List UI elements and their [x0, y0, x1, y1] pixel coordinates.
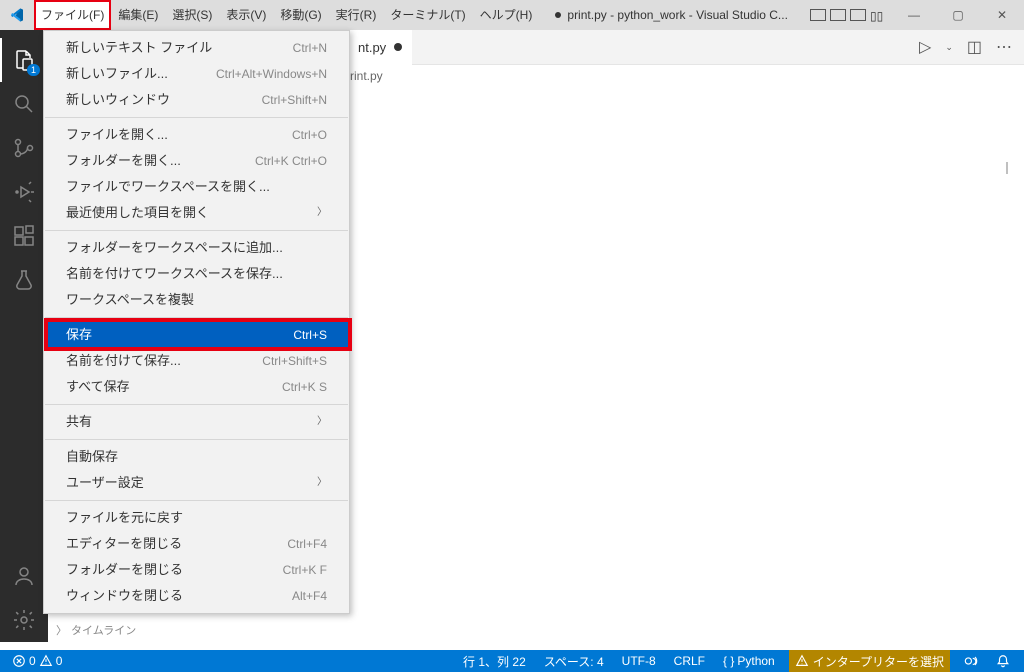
- layout-icon-3[interactable]: [850, 9, 866, 21]
- menu-separator: [45, 317, 348, 318]
- file-menu-dropdown: 新しいテキスト ファイルCtrl+N 新しいファイル...Ctrl+Alt+Wi…: [43, 30, 350, 614]
- tab-label: nt.py: [358, 40, 386, 55]
- extensions-icon[interactable]: [0, 214, 48, 258]
- status-feedback-icon[interactable]: [960, 650, 982, 672]
- search-icon[interactable]: [0, 82, 48, 126]
- menu-open-recent[interactable]: 最近使用した項目を開く〉: [44, 200, 349, 226]
- status-cursor[interactable]: 行 1、列 22: [459, 650, 530, 672]
- more-actions-icon[interactable]: ⋯: [996, 37, 1012, 57]
- vscode-icon: [0, 7, 34, 23]
- window-title-text: print.py - python_work - Visual Studio C…: [567, 8, 788, 22]
- explorer-badge: 1: [27, 64, 40, 76]
- menu-open-folder[interactable]: フォルダーを開く...Ctrl+K Ctrl+O: [44, 148, 349, 174]
- menu-separator: [45, 230, 348, 231]
- layout-icon-2[interactable]: [830, 9, 846, 21]
- chevron-right-icon: 〉: [56, 622, 67, 638]
- status-spaces[interactable]: スペース: 4: [540, 650, 608, 672]
- status-notifications-icon[interactable]: [992, 650, 1014, 672]
- menu-auto-save[interactable]: 自動保存: [44, 444, 349, 470]
- status-bar: 0 0 行 1、列 22 スペース: 4 UTF-8 CRLF { } Pyth…: [0, 650, 1024, 672]
- activity-bar: 1: [0, 30, 48, 642]
- menu-separator: [45, 404, 348, 405]
- testing-icon[interactable]: [0, 258, 48, 302]
- menu-close-window[interactable]: ウィンドウを閉じるAlt+F4: [44, 583, 349, 609]
- layout-controls[interactable]: ▯▯: [804, 9, 892, 21]
- minimize-button[interactable]: ―: [892, 0, 936, 30]
- modified-indicator-icon: [394, 43, 402, 51]
- menu-close-folder[interactable]: フォルダーを閉じるCtrl+K F: [44, 557, 349, 583]
- menu-duplicate-workspace[interactable]: ワークスペースを複製: [44, 287, 349, 313]
- maximize-button[interactable]: ▢: [936, 0, 980, 30]
- status-eol[interactable]: CRLF: [670, 650, 709, 672]
- menu-view[interactable]: 表示(V): [219, 0, 273, 30]
- chevron-right-icon: 〉: [317, 474, 327, 492]
- run-dropdown-icon[interactable]: ⌄: [945, 42, 953, 53]
- menubar: ファイル(F) 編集(E) 選択(S) 表示(V) 移動(G) 実行(R) ター…: [34, 0, 539, 30]
- menu-file[interactable]: ファイル(F): [34, 0, 111, 30]
- menu-selection[interactable]: 選択(S): [165, 0, 219, 30]
- menu-open-workspace[interactable]: ファイルでワークスペースを開く...: [44, 174, 349, 200]
- menu-revert-file[interactable]: ファイルを元に戻す: [44, 505, 349, 531]
- menu-save[interactable]: 保存Ctrl+S: [44, 322, 349, 348]
- menu-edit[interactable]: 編集(E): [111, 0, 165, 30]
- menu-new-file[interactable]: 新しいファイル...Ctrl+Alt+Windows+N: [44, 61, 349, 87]
- menu-separator: [45, 500, 348, 501]
- close-button[interactable]: ✕: [980, 0, 1024, 30]
- menu-add-folder-workspace[interactable]: フォルダーをワークスペースに追加...: [44, 235, 349, 261]
- status-language[interactable]: { } Python: [719, 650, 779, 672]
- menu-separator: [45, 439, 348, 440]
- menu-terminal[interactable]: ターミナル(T): [383, 0, 472, 30]
- split-editor-icon[interactable]: ◫: [967, 37, 982, 57]
- settings-gear-icon[interactable]: [0, 598, 48, 642]
- menu-share[interactable]: 共有〉: [44, 409, 349, 435]
- timeline-label: タイムライン: [71, 622, 136, 638]
- menu-close-editor[interactable]: エディターを閉じるCtrl+F4: [44, 531, 349, 557]
- source-control-icon[interactable]: [0, 126, 48, 170]
- chevron-right-icon: 〉: [317, 413, 327, 431]
- chevron-right-icon: 〉: [317, 204, 327, 222]
- menu-save-as[interactable]: 名前を付けて保存...Ctrl+Shift+S: [44, 348, 349, 374]
- window-controls: ― ▢ ✕: [892, 0, 1024, 30]
- menu-save-all[interactable]: すべて保存Ctrl+K S: [44, 374, 349, 400]
- menu-open-file[interactable]: ファイルを開く...Ctrl+O: [44, 122, 349, 148]
- menu-new-text-file[interactable]: 新しいテキスト ファイルCtrl+N: [44, 35, 349, 61]
- layout-icon-4[interactable]: ▯▯: [870, 9, 886, 21]
- menu-new-window[interactable]: 新しいウィンドウCtrl+Shift+N: [44, 87, 349, 113]
- explorer-icon[interactable]: 1: [0, 38, 48, 82]
- layout-icon-1[interactable]: [810, 9, 826, 21]
- menu-save-workspace-as[interactable]: 名前を付けてワークスペースを保存...: [44, 261, 349, 287]
- menu-help[interactable]: ヘルプ(H): [473, 0, 540, 30]
- titlebar: ファイル(F) 編集(E) 選択(S) 表示(V) 移動(G) 実行(R) ター…: [0, 0, 1024, 30]
- run-debug-icon[interactable]: [0, 170, 48, 214]
- run-icon[interactable]: ▷: [919, 37, 931, 57]
- accounts-icon[interactable]: [0, 554, 48, 598]
- menu-separator: [45, 117, 348, 118]
- menu-run[interactable]: 実行(R): [329, 0, 384, 30]
- modified-dot-icon: [555, 12, 561, 18]
- status-interpreter-warning[interactable]: インタープリターを選択: [789, 650, 950, 672]
- menu-preferences[interactable]: ユーザー設定〉: [44, 470, 349, 496]
- status-encoding[interactable]: UTF-8: [618, 650, 660, 672]
- minimap[interactable]: [1006, 162, 1008, 174]
- window-title: print.py - python_work - Visual Studio C…: [539, 8, 804, 22]
- menu-go[interactable]: 移動(G): [273, 0, 328, 30]
- timeline-section[interactable]: 〉 タイムライン: [56, 622, 136, 638]
- tab-print-py[interactable]: nt.py: [348, 30, 412, 65]
- status-errors[interactable]: 0 0: [8, 650, 66, 672]
